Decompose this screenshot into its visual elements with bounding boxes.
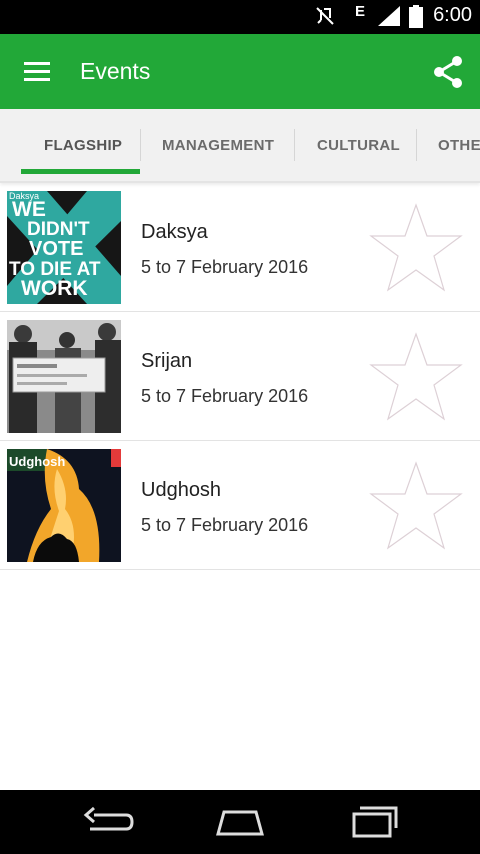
poster-line: DIDN'T bbox=[27, 219, 90, 240]
battery-icon bbox=[409, 5, 423, 28]
event-date: 5 to 7 February 2016 bbox=[141, 515, 309, 535]
event-name: Daksya bbox=[141, 221, 208, 243]
poster-header: Daksya bbox=[9, 191, 39, 201]
srijan-photo-image bbox=[7, 320, 121, 433]
event-item-srijan[interactable]: Srijan 5 to 7 February 2016 bbox=[0, 312, 480, 441]
tab-cultural[interactable]: CULTURAL bbox=[317, 128, 400, 164]
tab-others[interactable]: OTHE bbox=[438, 128, 480, 164]
tab-divider bbox=[294, 129, 295, 161]
poster-line: WE bbox=[12, 198, 46, 221]
tab-management[interactable]: MANAGEMENT bbox=[162, 128, 274, 164]
status-time: 6:00 bbox=[433, 4, 472, 26]
tab-divider bbox=[140, 129, 141, 161]
network-type-label: E bbox=[355, 3, 366, 20]
udghosh-poster-image: Udghosh bbox=[7, 449, 121, 562]
category-tabs: FLAGSHIP MANAGEMENT CULTURAL OTHE bbox=[0, 109, 480, 183]
signal-icon bbox=[378, 6, 400, 26]
event-list: WE DIDN'T VOTE TO DIE AT WORK Daksya Dak… bbox=[0, 183, 480, 570]
event-date: 5 to 7 February 2016 bbox=[141, 257, 309, 277]
back-icon[interactable] bbox=[78, 802, 138, 842]
poster-header: Udghosh bbox=[9, 454, 65, 469]
tab-selected-indicator bbox=[21, 169, 140, 174]
event-name: Srijan bbox=[141, 350, 193, 372]
event-item-udghosh[interactable]: Udghosh Udghosh 5 to 7 February 2016 bbox=[0, 441, 480, 570]
poster-line: VOTE bbox=[29, 238, 83, 260]
home-icon[interactable] bbox=[210, 802, 270, 842]
event-thumbnail: Udghosh bbox=[7, 449, 121, 562]
event-item-daksya[interactable]: WE DIDN'T VOTE TO DIE AT WORK Daksya Dak… bbox=[0, 183, 480, 312]
event-thumbnail bbox=[7, 320, 121, 433]
star-favorite-icon[interactable] bbox=[368, 331, 464, 423]
event-thumbnail: WE DIDN'T VOTE TO DIE AT WORK Daksya bbox=[7, 191, 121, 304]
event-date: 5 to 7 February 2016 bbox=[141, 386, 309, 406]
status-bar: E 6:00 bbox=[0, 0, 480, 34]
tab-flagship[interactable]: FLAGSHIP bbox=[44, 128, 122, 164]
poster-line: WORK bbox=[21, 277, 88, 300]
mute-icon bbox=[316, 7, 334, 25]
daksya-poster-image: WE DIDN'T VOTE TO DIE AT WORK Daksya bbox=[7, 191, 121, 304]
tab-divider bbox=[416, 129, 417, 161]
recent-apps-icon[interactable] bbox=[344, 802, 404, 842]
system-navigation-bar bbox=[0, 790, 480, 854]
star-favorite-icon[interactable] bbox=[368, 460, 464, 552]
share-icon[interactable] bbox=[430, 54, 466, 90]
star-favorite-icon[interactable] bbox=[368, 202, 464, 294]
hamburger-menu-icon[interactable] bbox=[18, 56, 58, 88]
app-bar: Events bbox=[0, 34, 480, 109]
event-name: Udghosh bbox=[141, 479, 222, 501]
page-title: Events bbox=[80, 58, 151, 84]
